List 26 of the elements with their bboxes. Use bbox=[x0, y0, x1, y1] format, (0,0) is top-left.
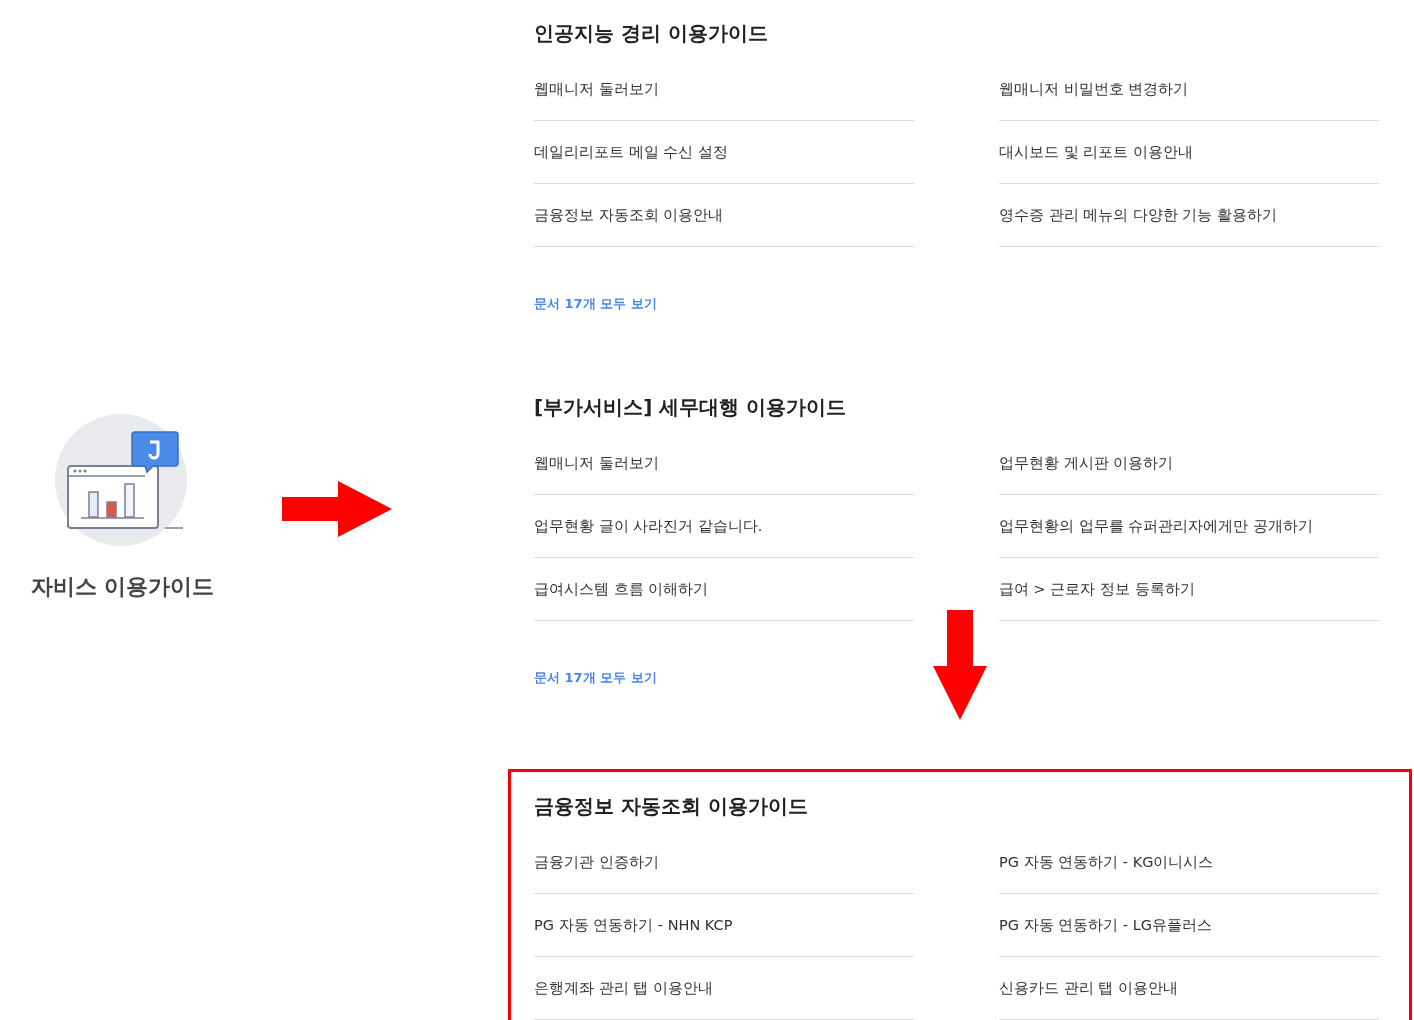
guide-link[interactable]: 업무현황 게시판 이용하기 bbox=[999, 453, 1174, 473]
section-title: 금융정보 자동조회 이용가이드 bbox=[534, 794, 809, 818]
guide-link[interactable]: 웹매니저 둘러보기 bbox=[534, 453, 659, 473]
service-label: 자비스 이용가이드 bbox=[30, 573, 215, 601]
guide-link[interactable]: 급여 > 근로자 정보 등록하기 bbox=[999, 579, 1195, 599]
guide-link[interactable]: 대시보드 및 리포트 이용안내 bbox=[999, 142, 1193, 162]
guide-link[interactable]: 은행계좌 관리 탭 이용안내 bbox=[534, 978, 713, 998]
right-arrow-icon bbox=[282, 481, 392, 537]
guide-link[interactable]: 금융기관 인증하기 bbox=[534, 852, 659, 872]
guide-link[interactable]: 데일리리포트 메일 수신 설정 bbox=[534, 142, 728, 162]
down-arrow-icon bbox=[933, 610, 987, 720]
view-all-link[interactable]: 문서 17개 모두 보기 bbox=[534, 297, 657, 311]
guide-link[interactable]: 업무현황 글이 사라진거 같습니다. bbox=[534, 516, 763, 536]
guide-link[interactable]: 신용카드 관리 탭 이용안내 bbox=[999, 978, 1178, 998]
guide-link[interactable]: 업무현황의 업무를 슈퍼관리자에게만 공개하기 bbox=[999, 516, 1313, 536]
guide-link[interactable]: 급여시스템 흐름 이해하기 bbox=[534, 579, 709, 599]
guide-link[interactable]: PG 자동 연동하기 - LG유플러스 bbox=[999, 915, 1212, 935]
guide-link[interactable]: 영수증 관리 메뉴의 다양한 기능 활용하기 bbox=[999, 205, 1278, 225]
guide-link[interactable]: PG 자동 연동하기 - NHN KCP bbox=[534, 915, 733, 935]
view-all-link[interactable]: 문서 17개 모두 보기 bbox=[534, 671, 657, 685]
section-title: 인공지능 경리 이용가이드 bbox=[534, 21, 769, 45]
section-title: [부가서비스] 세무대행 이용가이드 bbox=[534, 395, 848, 419]
guide-link[interactable]: PG 자동 연동하기 - KG이니시스 bbox=[999, 852, 1214, 872]
guide-link[interactable]: 웹매니저 비밀번호 변경하기 bbox=[999, 79, 1189, 99]
guide-link[interactable]: 웹매니저 둘러보기 bbox=[534, 79, 659, 99]
guide-link[interactable]: 금융정보 자동조회 이용안내 bbox=[534, 205, 724, 225]
